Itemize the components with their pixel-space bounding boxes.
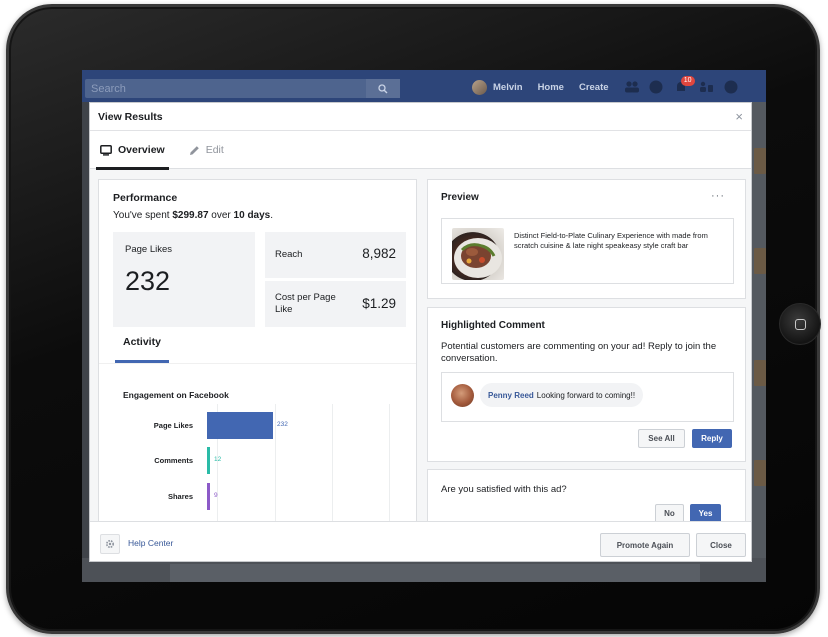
view-results-dialog: View Results × Overview Edit Performance… xyxy=(89,102,752,562)
screen: Search Melvin Home Create 10 View Result… xyxy=(82,70,766,582)
monitor-icon xyxy=(100,144,112,156)
bar xyxy=(207,447,210,474)
promote-again-button[interactable]: Promote Again xyxy=(600,533,690,557)
reply-button[interactable]: Reply xyxy=(692,429,732,448)
ad-preview[interactable]: Distinct Field-to-Plate Culinary Experie… xyxy=(441,218,734,284)
friends-icon[interactable] xyxy=(624,80,639,94)
reach-metric: Reach 8,982 xyxy=(265,232,406,278)
spend-suffix: . xyxy=(270,210,274,221)
chart-gridline xyxy=(275,404,276,523)
bar xyxy=(207,412,273,439)
close-icon[interactable]: × xyxy=(735,110,743,123)
quick-help-icon[interactable] xyxy=(699,80,713,94)
tab-overview-label: Overview xyxy=(118,144,165,156)
cost-per-like-label: Cost per Page Like xyxy=(275,292,336,315)
pencil-icon xyxy=(189,145,199,155)
bar xyxy=(207,483,210,510)
dialog-body: Performance You've spent $299.87 over 10… xyxy=(90,169,751,529)
engagement-title: Engagement on Facebook xyxy=(123,390,229,400)
gear-icon xyxy=(105,539,115,549)
help-icon[interactable] xyxy=(724,80,738,94)
top-nav: Melvin Home Create 10 xyxy=(472,76,749,96)
comment: Penny Reed Looking forward to coming!! xyxy=(441,372,734,422)
tab-activity[interactable]: Activity xyxy=(123,336,161,348)
search-button[interactable] xyxy=(366,79,400,98)
facebook-top-bar: Search Melvin Home Create 10 xyxy=(82,70,766,102)
see-all-button[interactable]: See All xyxy=(638,429,685,448)
dialog-footer: Help Center Promote Again Close xyxy=(90,521,751,561)
search-icon xyxy=(378,83,388,93)
tab-edit-label: Edit xyxy=(205,144,224,156)
ad-image xyxy=(452,228,504,280)
comment-text: Looking forward to coming!! xyxy=(536,390,636,400)
search-placeholder: Search xyxy=(91,82,126,95)
engagement-chart: Page Likes 232 Comments 12 Shares 9 xyxy=(99,402,416,523)
chart-gridline xyxy=(332,404,333,523)
bar-value-label: 9 xyxy=(214,492,218,499)
spend-amount: $299.87 xyxy=(172,210,209,221)
tab-overview[interactable]: Overview xyxy=(90,131,175,170)
comment-bubble: Penny Reed Looking forward to coming!! xyxy=(480,383,644,407)
background-strip xyxy=(170,564,700,582)
performance-card: Performance You've spent $299.87 over 10… xyxy=(98,179,417,524)
highlighted-comment-description: Potential customers are commenting on yo… xyxy=(441,341,717,364)
tab-edit[interactable]: Edit xyxy=(179,131,234,169)
spend-summary: You've spent $299.87 over 10 days. xyxy=(113,210,273,221)
bar-label: Comments xyxy=(154,456,193,465)
notification-badge: 10 xyxy=(680,76,695,86)
background-page-left xyxy=(82,102,89,582)
avatar[interactable] xyxy=(472,79,487,95)
reach-value: 8,982 xyxy=(362,246,396,261)
reach-label: Reach xyxy=(275,249,303,260)
help-center-link[interactable]: Help Center xyxy=(128,538,173,548)
home-button[interactable] xyxy=(779,303,821,345)
profile-link[interactable]: Melvin xyxy=(493,82,523,93)
comment-author[interactable]: Penny Reed xyxy=(488,391,534,400)
dialog-header: View Results × xyxy=(90,103,751,131)
dialog-tabs: Overview Edit xyxy=(90,131,751,170)
bar-value-label: 232 xyxy=(277,421,288,428)
create-link[interactable]: Create xyxy=(579,82,609,93)
ad-text: Distinct Field-to-Plate Culinary Experie… xyxy=(514,231,708,250)
square-icon xyxy=(794,318,806,330)
messenger-icon[interactable] xyxy=(649,80,663,94)
background-page-right xyxy=(752,102,766,582)
cost-per-like-value: $1.29 xyxy=(362,296,396,311)
search-input[interactable]: Search xyxy=(85,79,400,98)
preview-title: Preview xyxy=(441,192,479,203)
divider xyxy=(99,363,416,364)
background-thumbnail xyxy=(754,460,766,486)
cost-per-like-metric: Cost per Page Like $1.29 xyxy=(265,281,406,327)
spend-days: 10 days xyxy=(233,210,271,221)
settings-button[interactable] xyxy=(100,534,120,554)
page-likes-metric: Page Likes 232 xyxy=(113,232,255,327)
spend-prefix: You've spent xyxy=(113,210,173,221)
highlighted-comment-card: Highlighted Comment Potential customers … xyxy=(427,307,746,462)
bar-label: Page Likes xyxy=(153,421,193,430)
highlighted-comment-title: Highlighted Comment xyxy=(441,320,545,331)
notifications-icon[interactable]: 10 xyxy=(674,76,695,94)
chart-gridline xyxy=(389,404,390,523)
bar-label: Shares xyxy=(167,492,193,501)
avatar[interactable] xyxy=(451,384,474,407)
background-thumbnail xyxy=(754,248,766,274)
page-likes-value: 232 xyxy=(125,266,171,296)
page-likes-label: Page Likes xyxy=(125,244,173,255)
background-thumbnail xyxy=(754,360,766,386)
bar-value-label: 12 xyxy=(214,456,222,463)
background-thumbnail xyxy=(754,148,766,174)
spend-middle: over xyxy=(208,210,234,221)
satisfaction-card: Are you satisfied with this ad? No Yes xyxy=(427,469,746,529)
home-link[interactable]: Home xyxy=(538,82,564,93)
dialog-title: View Results xyxy=(98,110,163,123)
close-button[interactable]: Close xyxy=(696,533,746,557)
performance-title: Performance xyxy=(113,192,178,204)
satisfaction-question: Are you satisfied with this ad? xyxy=(441,484,567,495)
more-options-icon[interactable]: ··· xyxy=(711,190,725,202)
preview-card: Preview ··· Distinct Field-to-Plate Culi… xyxy=(427,179,746,299)
